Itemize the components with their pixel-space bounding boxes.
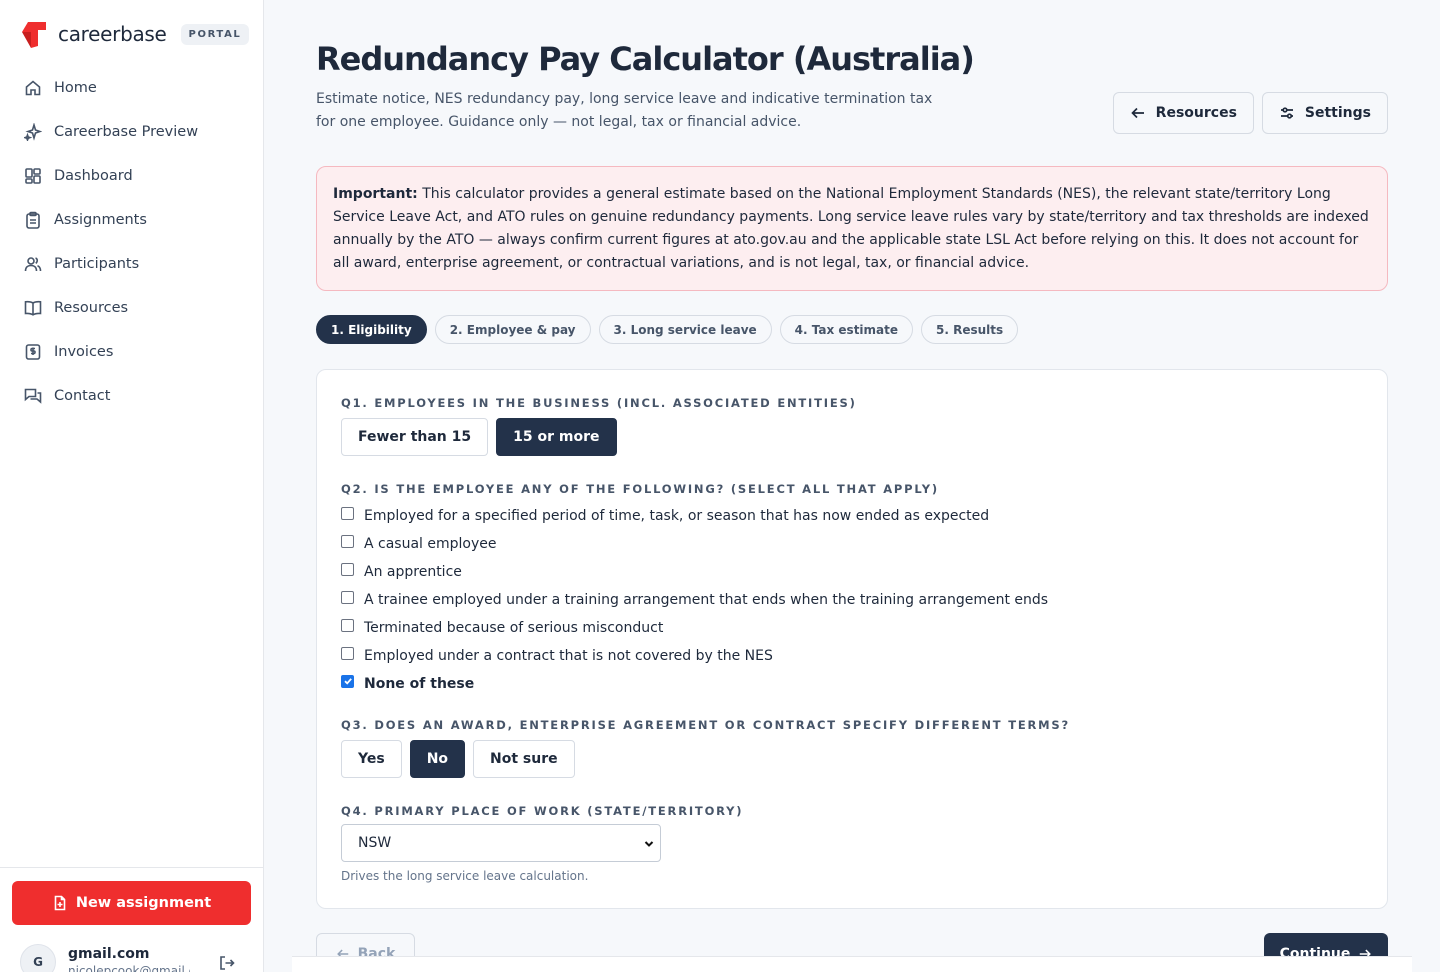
- users-icon: [24, 255, 42, 273]
- sliders-icon: [1280, 107, 1293, 119]
- dashboard-icon: [24, 167, 42, 185]
- sidebar-nav: Home Careerbase Preview Dashboard Assign…: [12, 66, 252, 418]
- invoice-icon: [24, 343, 42, 361]
- checkbox-label: Terminated because of serious misconduct: [364, 620, 664, 636]
- checkbox[interactable]: [341, 506, 354, 520]
- checkbox-row-none[interactable]: None of these: [341, 670, 1048, 698]
- q1-options: Fewer than 15 15 or more: [341, 418, 617, 456]
- checkbox[interactable]: [341, 618, 354, 632]
- checkbox-label: An apprentice: [364, 564, 462, 580]
- sidebar-item-label: Resources: [54, 300, 129, 316]
- sidebar-footer: New assignment G gmail.com nicolepcook@g…: [0, 867, 263, 972]
- checkbox-label: Employed under a contract that is not co…: [364, 648, 773, 664]
- checkbox[interactable]: [341, 534, 354, 548]
- q3-options: Yes No Not sure: [341, 740, 575, 778]
- sparkles-icon: [24, 123, 42, 141]
- avatar: G: [20, 944, 56, 972]
- checkbox-row[interactable]: A casual employee: [341, 530, 1048, 558]
- option-no[interactable]: No: [409, 740, 466, 778]
- checkbox-row[interactable]: An apprentice: [341, 558, 1048, 586]
- sidebar-item-careerbase-preview[interactable]: Careerbase Preview: [12, 110, 252, 154]
- tab-eligibility[interactable]: 1. Eligibility: [316, 315, 427, 344]
- page-subtitle: Estimate notice, NES redundancy pay, lon…: [316, 91, 933, 130]
- checkbox-row[interactable]: A trainee employed under a training arra…: [341, 586, 1048, 614]
- sidebar-item-home[interactable]: Home: [12, 66, 252, 110]
- q2-label: Q2. IS THE EMPLOYEE ANY OF THE FOLLOWING…: [341, 482, 939, 496]
- chevron-down-icon: [644, 841, 654, 847]
- sidebar: careerbase PORTAL Home Careerbase Previe…: [0, 0, 264, 972]
- sidebar-item-label: Careerbase Preview: [54, 124, 199, 140]
- sidebar-item-label: Assignments: [54, 212, 147, 228]
- tab-long-service-leave[interactable]: 3. Long service leave: [598, 315, 772, 344]
- checkbox[interactable]: [341, 590, 354, 604]
- bottom-bar: [292, 956, 1412, 972]
- careerbase-logo-icon: [20, 20, 48, 48]
- home-icon: [24, 79, 42, 97]
- new-assignment-label: New assignment: [75, 895, 212, 911]
- sidebar-item-assignments[interactable]: Assignments: [12, 198, 252, 242]
- file-plus-icon: [54, 895, 66, 911]
- new-assignment-button[interactable]: New assignment: [12, 881, 251, 925]
- tab-tax-estimate[interactable]: 4. Tax estimate: [779, 315, 914, 344]
- portal-badge: PORTAL: [180, 23, 250, 45]
- sidebar-item-contact[interactable]: Contact: [12, 374, 252, 418]
- state-select[interactable]: NSW: [341, 824, 661, 862]
- resources-button[interactable]: Resources: [1112, 92, 1254, 134]
- eligibility-card: Q1. EMPLOYEES IN THE BUSINESS (INCL. ASS…: [316, 369, 1388, 909]
- q2-checklist: Employed for a specified period of time,…: [341, 502, 1048, 698]
- notice-text: This calculator provides a general estim…: [333, 186, 1369, 271]
- sidebar-item-label: Contact: [54, 388, 111, 404]
- option-yes[interactable]: Yes: [341, 740, 402, 778]
- sidebar-item-participants[interactable]: Participants: [12, 242, 252, 286]
- header-actions: Resources Settings: [1112, 92, 1388, 134]
- checkbox[interactable]: [341, 646, 354, 660]
- checkbox-row[interactable]: Terminated because of serious misconduct: [341, 614, 1048, 642]
- sidebar-item-dashboard[interactable]: Dashboard: [12, 154, 252, 198]
- user-name: gmail.com: [68, 946, 150, 962]
- book-icon: [24, 299, 42, 317]
- resources-button-label: Resources: [1155, 105, 1237, 121]
- checkbox[interactable]: [341, 562, 354, 576]
- important-notice: Important: This calculator provides a ge…: [316, 166, 1388, 291]
- tab-results[interactable]: 5. Results: [921, 315, 1019, 344]
- user-profile[interactable]: G gmail.com nicolepcook@gmail.c: [20, 944, 250, 972]
- sidebar-item-resources[interactable]: Resources: [12, 286, 252, 330]
- checkbox-label: Employed for a specified period of time,…: [364, 508, 990, 524]
- user-email: nicolepcook@gmail.c: [68, 964, 190, 972]
- checkbox-label: None of these: [364, 676, 475, 692]
- q4-label: Q4. PRIMARY PLACE OF WORK (STATE/TERRITO…: [341, 804, 744, 818]
- settings-button-label: Settings: [1304, 105, 1371, 121]
- q1-label: Q1. EMPLOYEES IN THE BUSINESS (INCL. ASS…: [341, 396, 857, 410]
- q3-label: Q3. DOES AN AWARD, ENTERPRISE AGREEMENT …: [341, 718, 1070, 732]
- chat-icon: [24, 387, 42, 405]
- main-content: Redundancy Pay Calculator (Australia) Es…: [316, 0, 1388, 972]
- option-15-or-more[interactable]: 15 or more: [496, 418, 617, 456]
- checkbox-label: A trainee employed under a training arra…: [364, 592, 1049, 608]
- sidebar-item-label: Dashboard: [54, 168, 133, 184]
- option-fewer-than-15[interactable]: Fewer than 15: [341, 418, 489, 456]
- arrow-left-icon: [1130, 107, 1144, 119]
- sidebar-item-label: Invoices: [54, 344, 114, 360]
- checkbox-row[interactable]: Employed for a specified period of time,…: [341, 502, 1048, 530]
- settings-button[interactable]: Settings: [1261, 92, 1388, 134]
- checkbox-checked[interactable]: [341, 674, 354, 688]
- brand[interactable]: careerbase PORTAL: [20, 18, 250, 50]
- q4-hint: Drives the long service leave calculatio…: [341, 869, 589, 883]
- clipboard-icon: [24, 211, 42, 229]
- state-select-value: NSW: [358, 835, 392, 851]
- step-tabs: 1. Eligibility 2. Employee & pay 3. Long…: [316, 315, 1019, 344]
- logout-icon[interactable]: [218, 954, 236, 972]
- brand-name: careerbase: [58, 22, 167, 46]
- checkmark-icon: [343, 678, 352, 685]
- checkbox-row[interactable]: Employed under a contract that is not co…: [341, 642, 1048, 670]
- page-title: Redundancy Pay Calculator (Australia): [316, 40, 975, 78]
- checkbox-label: A casual employee: [364, 536, 497, 552]
- option-not-sure[interactable]: Not sure: [473, 740, 575, 778]
- sidebar-item-invoices[interactable]: Invoices: [12, 330, 252, 374]
- sidebar-item-label: Participants: [54, 256, 140, 272]
- sidebar-item-label: Home: [54, 80, 97, 96]
- notice-strong: Important:: [333, 186, 418, 202]
- tab-employee-pay[interactable]: 2. Employee & pay: [434, 315, 591, 344]
